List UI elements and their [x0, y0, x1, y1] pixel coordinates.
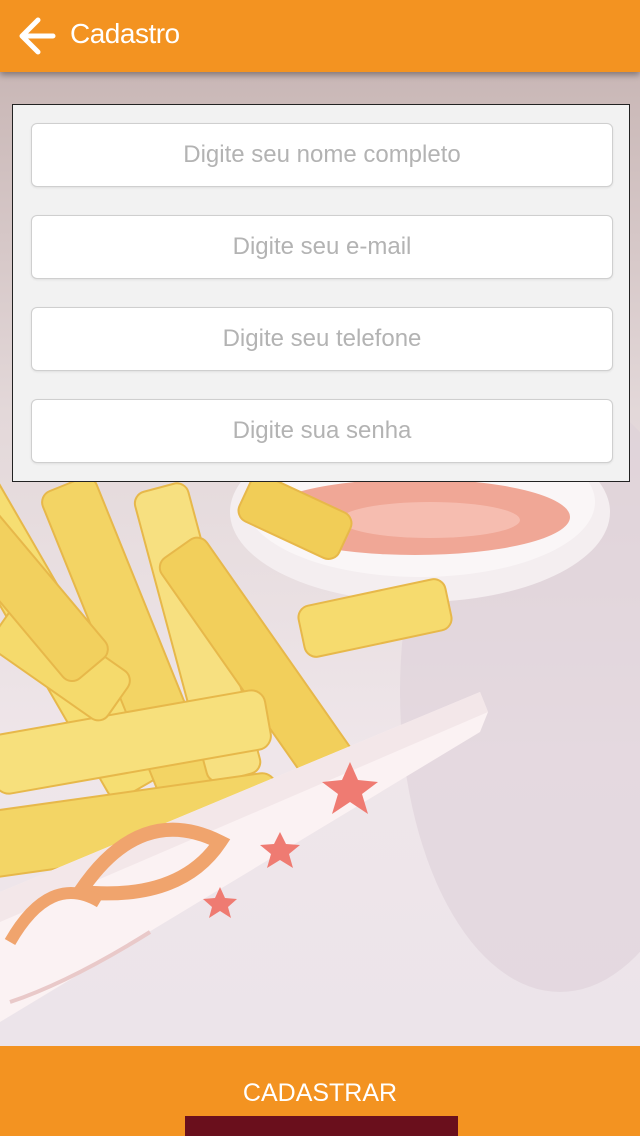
focus-indicator — [185, 1116, 458, 1136]
bottom-bar: CADASTRAR — [0, 1046, 640, 1136]
full-name-field[interactable] — [31, 123, 613, 187]
register-button-label: CADASTRAR — [242, 1079, 398, 1107]
arrow-left-icon — [19, 17, 56, 55]
registration-form — [12, 104, 630, 482]
page-title: Cadastro — [70, 18, 180, 49]
phone-field[interactable] — [31, 307, 613, 371]
email-field[interactable] — [31, 215, 613, 279]
password-field[interactable] — [31, 399, 613, 463]
app-bar: Cadastro — [0, 0, 640, 72]
back-button[interactable] — [14, 14, 58, 58]
